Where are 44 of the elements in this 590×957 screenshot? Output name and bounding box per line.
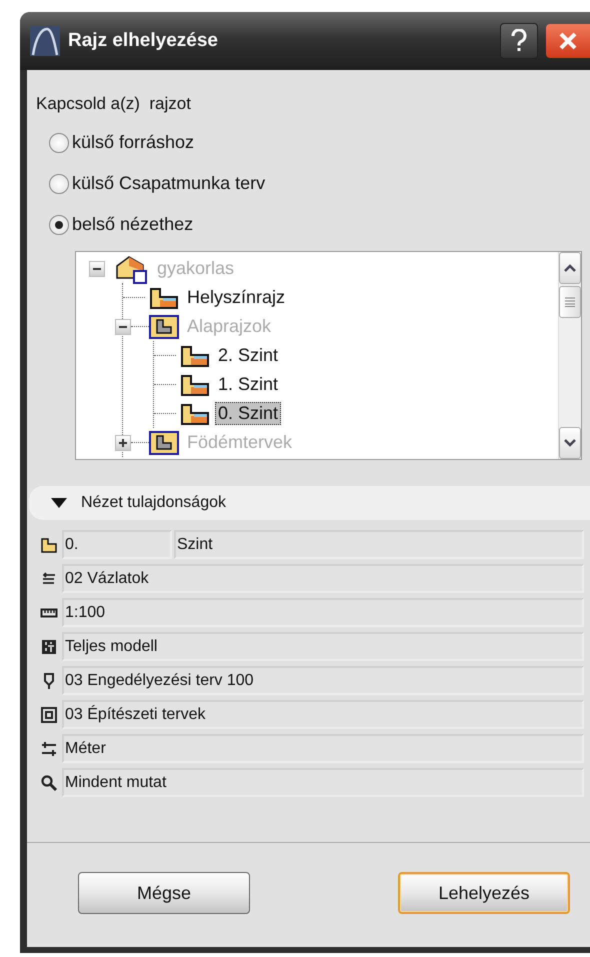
property-field: Teljes modell xyxy=(62,632,584,661)
property-field: 03 Engedélyezési terv 100 xyxy=(62,666,584,695)
grip-icon xyxy=(565,297,575,307)
help-button[interactable] xyxy=(500,23,538,59)
radio-button[interactable] xyxy=(49,214,69,234)
folder-icon xyxy=(149,314,179,338)
radio-label[interactable]: külső Csapatmunka terv xyxy=(72,173,266,194)
help-icon xyxy=(510,29,528,53)
app-logo-icon xyxy=(30,26,60,56)
folder-icon xyxy=(149,430,179,454)
search-icon xyxy=(40,774,58,792)
property-field: 02 Vázlatok xyxy=(62,564,584,593)
scroll-up-button[interactable] xyxy=(559,252,581,284)
chevron-down-icon xyxy=(563,438,577,448)
close-button[interactable] xyxy=(546,24,590,58)
square-frame-icon xyxy=(40,706,58,724)
floor-plan-icon xyxy=(149,286,179,310)
floor-plan-icon xyxy=(180,372,210,396)
floor-plan-icon xyxy=(40,536,58,554)
radio-button[interactable] xyxy=(49,174,69,194)
radio-button[interactable] xyxy=(49,132,69,152)
property-field: 0. xyxy=(62,530,172,559)
scroll-down-button[interactable] xyxy=(559,427,581,459)
radio-label[interactable]: belső nézethez xyxy=(72,214,194,235)
chevron-up-icon xyxy=(563,263,577,273)
section-title[interactable]: Nézet tulajdonságok xyxy=(81,494,226,512)
radio-label[interactable]: külső forráshoz xyxy=(72,132,194,153)
close-icon xyxy=(558,31,578,51)
property-field: 1:100 xyxy=(62,598,584,627)
scrollbar[interactable] xyxy=(558,252,581,459)
triangle-down-icon[interactable] xyxy=(51,497,67,509)
property-field: Méter xyxy=(62,734,584,763)
floor-plan-icon xyxy=(180,402,210,426)
grid-icon xyxy=(40,638,58,656)
property-field: Mindent mutat xyxy=(62,768,584,797)
prompt-label: Kapcsold a(z) rajzot xyxy=(36,94,192,114)
house-icon xyxy=(115,254,149,284)
floor-plan-icon xyxy=(180,344,210,368)
property-field: Szint xyxy=(174,530,584,559)
property-field: 03 Építészeti tervek xyxy=(62,700,584,729)
dialog-button[interactable]: Mégse xyxy=(78,872,250,914)
dialog-button[interactable]: Lehelyezés xyxy=(398,872,570,914)
window-title: Rajz elhelyezése xyxy=(68,30,219,52)
scroll-thumb[interactable] xyxy=(559,286,581,318)
